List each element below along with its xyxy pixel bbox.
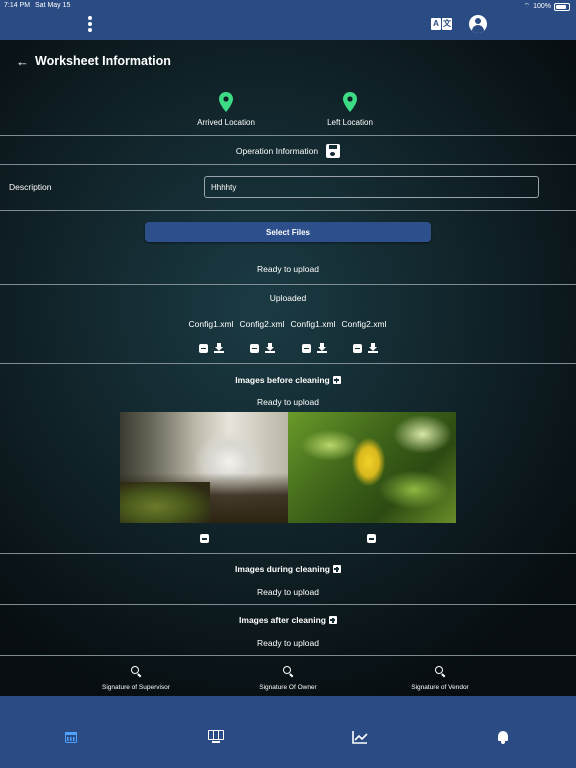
divider bbox=[0, 135, 576, 136]
file-actions bbox=[302, 343, 327, 353]
divider bbox=[0, 604, 576, 605]
signature-supervisor[interactable]: Signature of Supervisor bbox=[76, 666, 196, 691]
file-actions bbox=[199, 343, 224, 353]
wifi-icon: ⌔ bbox=[523, 3, 531, 10]
calendar-icon[interactable] bbox=[65, 730, 81, 744]
chart-line-icon[interactable] bbox=[352, 730, 368, 744]
status-bar: 7:14 PM Sat May 15 ⌔ 100% bbox=[0, 0, 576, 12]
remove-file-icon[interactable] bbox=[199, 343, 208, 353]
status-time: 7:14 PM bbox=[4, 2, 31, 9]
page-title: Worksheet Information bbox=[35, 54, 171, 68]
status-date: Sat May 15 bbox=[35, 2, 71, 9]
zoom-in-icon bbox=[435, 666, 446, 678]
divider bbox=[0, 553, 576, 554]
zoom-in-icon bbox=[131, 666, 142, 678]
signature-vendor-label: Signature of Vendor bbox=[411, 684, 469, 691]
signature-owner-label: Signature Of Owner bbox=[259, 684, 317, 691]
signature-owner[interactable]: Signature Of Owner bbox=[228, 666, 348, 691]
description-label: Description bbox=[9, 182, 52, 192]
kebab-menu-icon[interactable] bbox=[86, 15, 94, 35]
location-pin-icon bbox=[343, 92, 357, 112]
images-before-label: Images before cleaning bbox=[235, 375, 330, 385]
photo-thumbnail-waterfall[interactable] bbox=[120, 412, 288, 523]
operation-information-row: Operation Information bbox=[0, 141, 576, 161]
battery-percent: 100% bbox=[533, 3, 551, 10]
images-after-label: Images after cleaning bbox=[239, 615, 326, 625]
photo-thumbnail-leaves[interactable] bbox=[288, 412, 456, 523]
images-during-heading: Images during cleaning bbox=[0, 564, 576, 574]
file-actions bbox=[353, 343, 378, 353]
uploaded-file-name: Config2.xml bbox=[341, 319, 387, 329]
signature-supervisor-label: Signature of Supervisor bbox=[102, 684, 170, 691]
location-pin-icon bbox=[219, 92, 233, 112]
zoom-in-icon bbox=[283, 666, 294, 678]
divider bbox=[0, 164, 576, 165]
select-files-button[interactable]: Select Files bbox=[145, 222, 431, 242]
left-location-label: Left Location bbox=[327, 118, 373, 127]
upload-status: Ready to upload bbox=[257, 264, 319, 274]
signature-vendor[interactable]: Signature of Vendor bbox=[380, 666, 500, 691]
save-icon[interactable] bbox=[326, 144, 341, 158]
left-location[interactable]: Left Location bbox=[300, 92, 400, 127]
account-circle-icon[interactable] bbox=[469, 15, 487, 33]
divider bbox=[0, 655, 576, 656]
images-after-heading: Images after cleaning bbox=[0, 615, 576, 625]
arrived-location[interactable]: Arrived Location bbox=[176, 92, 276, 127]
add-image-icon[interactable] bbox=[332, 376, 341, 384]
operation-information-label: Operation Information bbox=[235, 146, 319, 156]
download-icon[interactable] bbox=[265, 343, 275, 353]
dashboard-icon[interactable] bbox=[208, 730, 224, 744]
arrow-left-icon[interactable]: ← bbox=[16, 54, 29, 69]
bottom-navigation bbox=[0, 696, 576, 768]
app-header: A文 bbox=[0, 12, 576, 40]
uploaded-heading: Uploaded bbox=[269, 293, 307, 303]
images-before-heading: Images before cleaning bbox=[0, 375, 576, 385]
bell-icon[interactable] bbox=[496, 730, 512, 744]
remove-image-icon[interactable] bbox=[200, 534, 209, 543]
page-header: ← Worksheet Information bbox=[16, 52, 171, 70]
images-during-label: Images during cleaning bbox=[235, 564, 330, 574]
divider bbox=[0, 284, 576, 285]
download-icon[interactable] bbox=[368, 343, 378, 353]
images-after-status: Ready to upload bbox=[257, 638, 319, 648]
divider bbox=[0, 210, 576, 211]
battery-icon bbox=[554, 2, 570, 11]
remove-image-icon[interactable] bbox=[367, 534, 376, 543]
arrived-location-label: Arrived Location bbox=[197, 118, 255, 127]
download-icon[interactable] bbox=[317, 343, 327, 353]
file-actions bbox=[250, 343, 275, 353]
images-during-status: Ready to upload bbox=[257, 587, 319, 597]
remove-file-icon[interactable] bbox=[250, 343, 259, 353]
status-indicators: ⌔ 100% bbox=[523, 2, 570, 11]
remove-file-icon[interactable] bbox=[302, 343, 311, 353]
remove-file-icon[interactable] bbox=[353, 343, 362, 353]
translate-icon[interactable]: A文 bbox=[431, 18, 453, 31]
add-image-icon[interactable] bbox=[332, 565, 341, 573]
add-image-icon[interactable] bbox=[328, 616, 337, 624]
download-icon[interactable] bbox=[214, 343, 224, 353]
description-input[interactable] bbox=[204, 176, 539, 198]
images-before-status: Ready to upload bbox=[257, 397, 319, 407]
divider bbox=[0, 363, 576, 364]
